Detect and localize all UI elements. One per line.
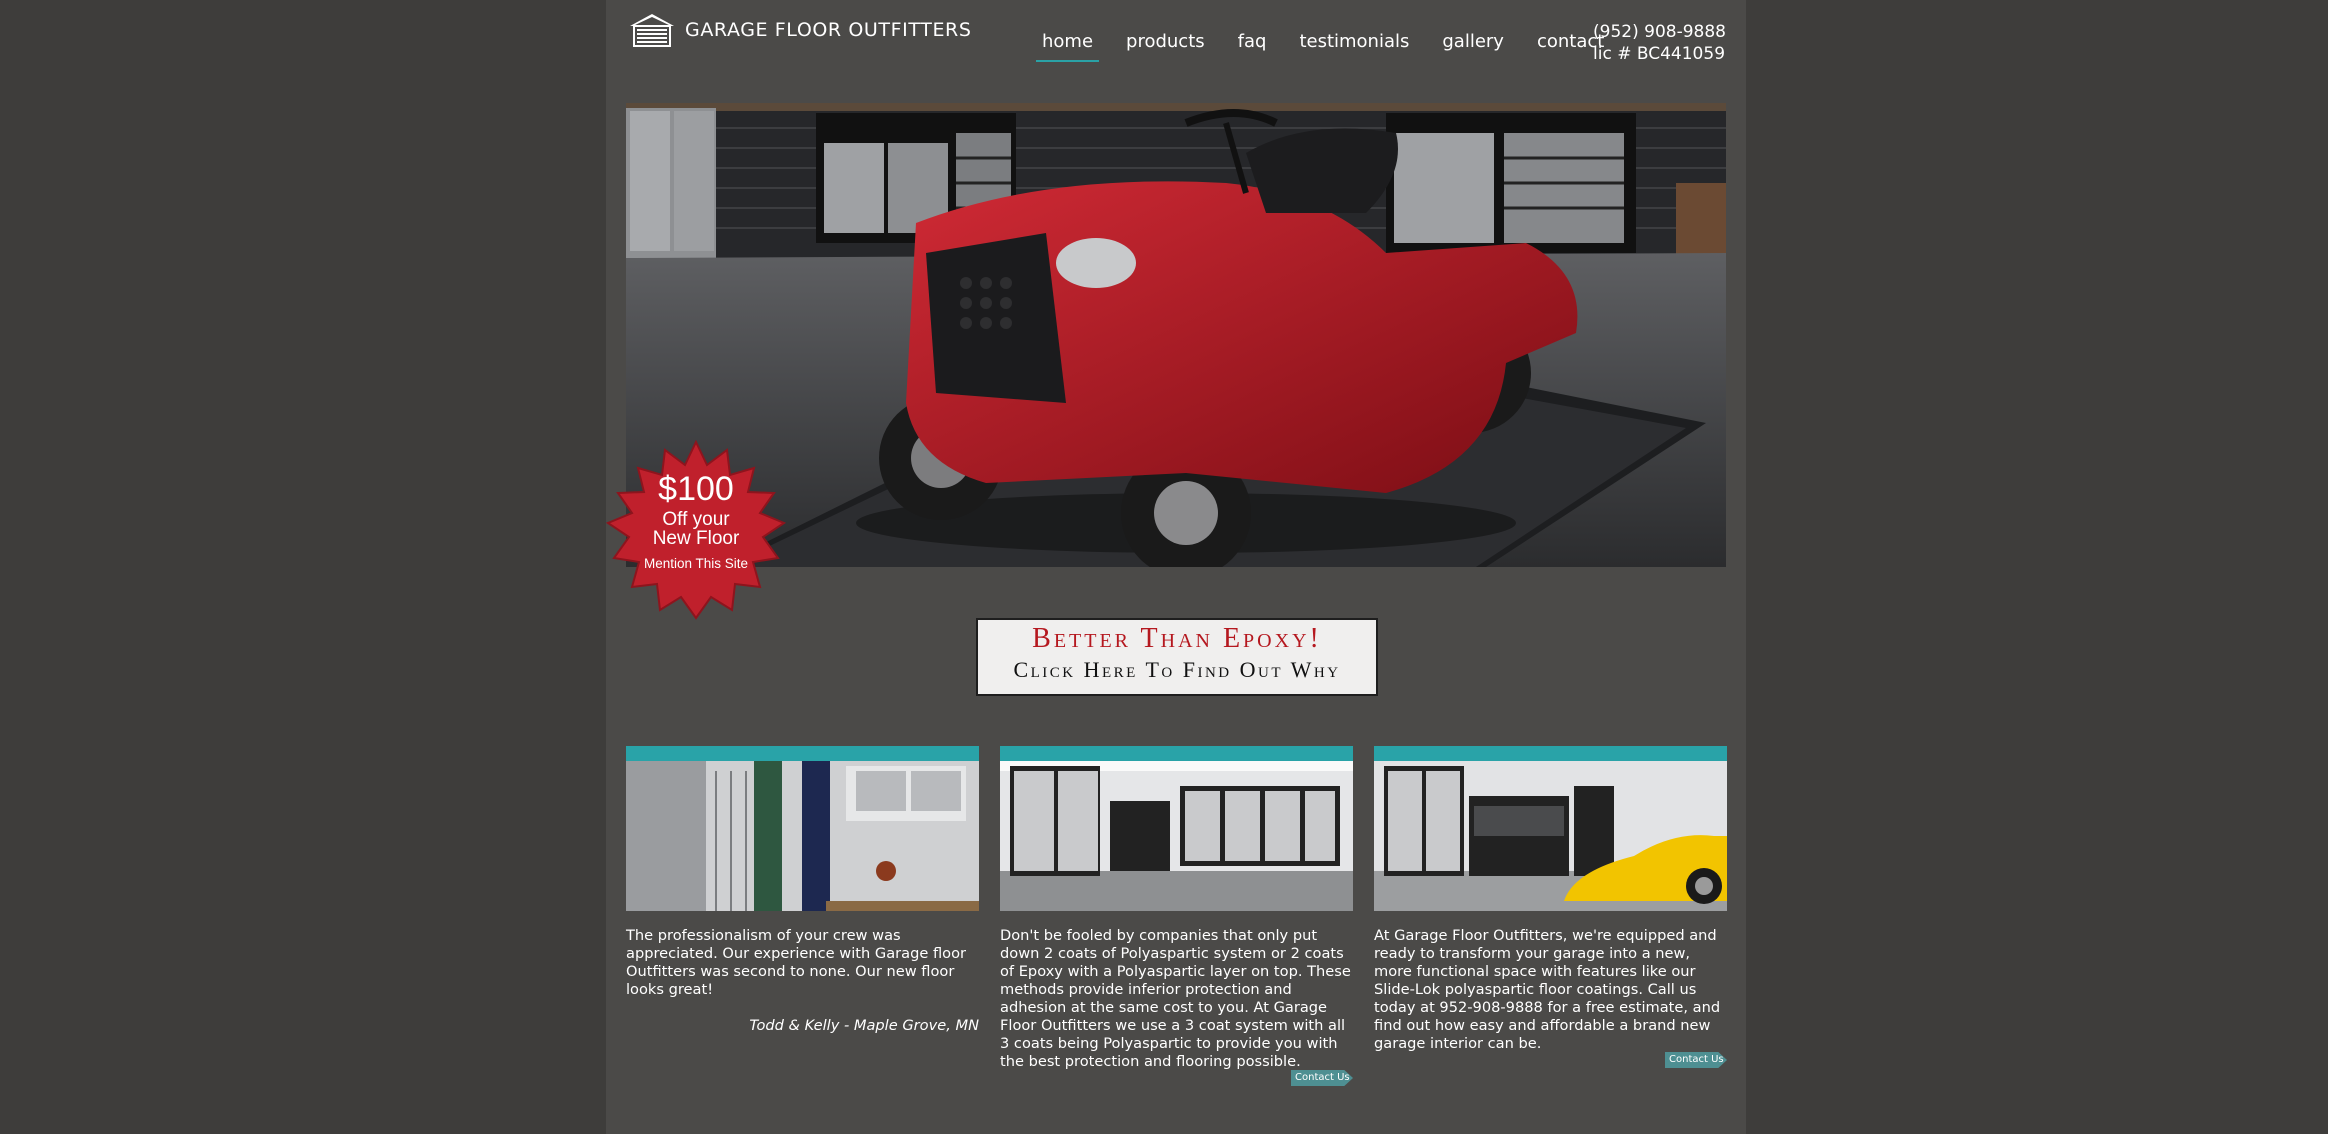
promo-line1: Off your [662,509,730,530]
page-container: GARAGE FLOOR OUTFITTERS home products fa… [606,0,1746,1134]
main-nav: home products faq testimonials gallery c… [1036,28,1631,64]
better-than-epoxy-button[interactable]: Better Than Epoxy! Click Here To Find Ou… [976,618,1378,696]
promo-line2: New Floor [652,528,740,549]
contact-us-button[interactable]: Contact Us [1291,1070,1353,1086]
garage-photo-1 [626,761,979,911]
transform-info-text: At Garage Floor Outfitters, we're equipp… [1374,927,1721,1052]
nav-faq[interactable]: faq [1232,28,1273,62]
nav-gallery[interactable]: gallery [1436,28,1510,62]
logo-text: GARAGE FLOOR OUTFITTERS [685,19,972,41]
garage-icon [630,14,674,47]
column-accent-bar [626,746,979,761]
garage-photo-2 [1000,761,1353,911]
cta-headline: Better Than Epoxy! [1032,623,1322,654]
info-column-transform: At Garage Floor Outfitters, we're equipp… [1374,746,1727,1068]
nav-home[interactable]: home [1036,28,1100,62]
hero-image [626,103,1726,567]
license-number: lic # BC441059 [1593,44,1726,64]
testimonial-attribution: Todd & Kelly - Maple Grove, MN [749,1017,979,1034]
info-column-coats: Don't be fooled by companies that only p… [1000,746,1353,1086]
garage-photo-3 [1374,761,1727,911]
promo-price: $100 [658,470,734,508]
testimonial-text: The professionalism of your crew was app… [626,927,967,998]
column-accent-bar [1374,746,1727,761]
contact-info: (952) 908-9888 lic # BC441059 [1593,21,1726,65]
contact-us-button[interactable]: Contact Us [1665,1052,1727,1068]
cta-subline: Click Here To Find Out Why [1013,657,1341,682]
site-logo[interactable]: GARAGE FLOOR OUTFITTERS [628,12,972,48]
coats-info-text: Don't be fooled by companies that only p… [1000,927,1351,1070]
lawn-tractor-illustration [626,103,1726,567]
nav-products[interactable]: products [1120,28,1211,62]
nav-testimonials[interactable]: testimonials [1293,28,1415,62]
column-accent-bar [1000,746,1353,761]
testimonial-column: The professionalism of your crew was app… [626,746,979,1034]
promo-text: $100 Off your New Floor Mention This Sit… [606,470,786,571]
promo-mention: Mention This Site [643,556,749,571]
phone-number[interactable]: (952) 908-9888 [1593,21,1726,43]
